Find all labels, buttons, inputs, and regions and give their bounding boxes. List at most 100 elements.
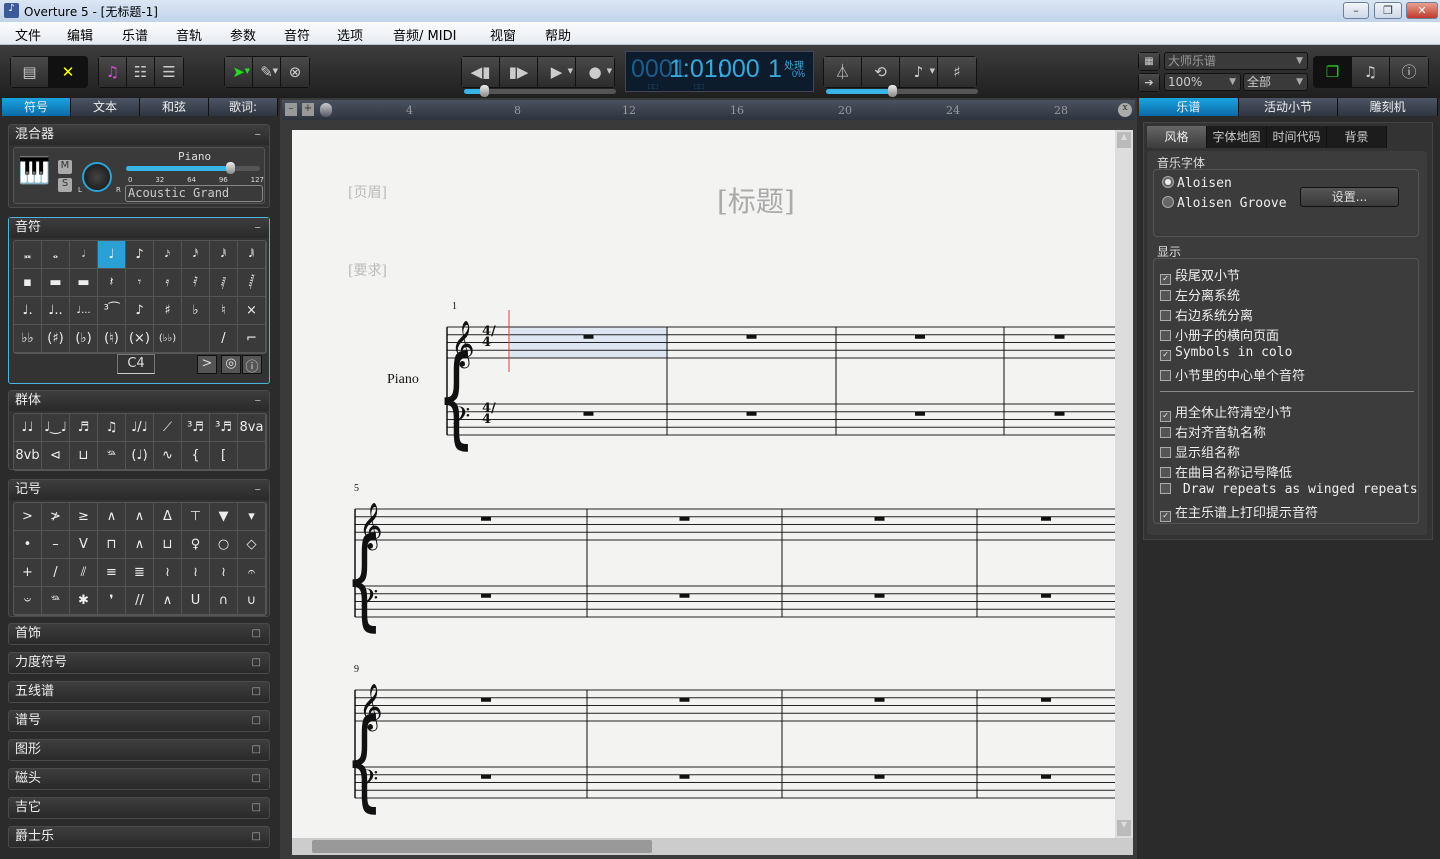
wedge-icon[interactable]: ▼	[210, 503, 238, 531]
menu-audio-midi[interactable]: 音频/ MIDI	[393, 25, 456, 44]
menu-help[interactable]: 帮助	[545, 25, 571, 44]
whole-rest-icon[interactable]: ▬	[42, 269, 70, 297]
tenuto-icon[interactable]: –	[42, 531, 70, 559]
ruler-close-icon[interactable]: x	[1118, 103, 1132, 117]
ottava-down-icon[interactable]: 8vb	[14, 442, 42, 470]
vertical-scrollbar[interactable]: ▲ ▼	[1115, 130, 1133, 838]
position-slider[interactable]	[464, 85, 616, 97]
mixer-view-icon[interactable]: ☰	[155, 57, 183, 87]
bracket-icon[interactable]: [	[210, 442, 238, 470]
display-option-checkbox[interactable]: 小节里的中心单个音符	[1160, 365, 1305, 384]
treble-time-signature[interactable]: 4/4	[482, 325, 496, 349]
tracks-combo[interactable]: 全部 ▼	[1243, 73, 1308, 91]
trem4-icon[interactable]: ≣	[126, 559, 154, 587]
accent-icon[interactable]: >	[14, 503, 42, 531]
instrument-select[interactable]: Acoustic Grand	[125, 185, 263, 202]
layout-combo[interactable]: 大师乐谱 ▼	[1164, 52, 1308, 70]
128th-rest-icon[interactable]: 𝅂	[238, 269, 266, 297]
paren-sharp-icon[interactable]: (♯)	[42, 325, 70, 353]
ruler-handle[interactable]	[320, 103, 332, 117]
solo-button[interactable]: S	[58, 178, 72, 192]
tenuto-staccato-icon[interactable]: ⊤	[182, 503, 210, 531]
step-forward-icon[interactable]: ▮▶	[500, 57, 538, 87]
pages-icon[interactable]: ❐	[1314, 57, 1352, 87]
score-page[interactable]: [页眉] [标题] [要求] Piano 𝄞 𝄢{1 𝄞 𝄢{5 𝄞 𝄢{9 4/4 4/…	[292, 130, 1115, 838]
128th-icon[interactable]: 𝅘𝅥𝅲	[238, 241, 266, 269]
flat-icon[interactable]: ♭	[182, 297, 210, 325]
hairpin-icon[interactable]: ⊲	[42, 442, 70, 470]
tab-engraver[interactable]: 雕刻机	[1338, 98, 1439, 116]
arpeggio-icon[interactable]: ≀	[154, 559, 182, 587]
display-option-checkbox[interactable]: 显示组名称	[1160, 442, 1240, 461]
restore-button[interactable]: ❐	[1374, 2, 1402, 19]
accent-button[interactable]: >	[197, 355, 217, 374]
pencil-tool-icon[interactable]: ✎ ▼	[253, 57, 281, 87]
layout-button[interactable]: ▦	[1138, 52, 1160, 71]
menu-edit[interactable]: 编辑	[67, 25, 93, 44]
ottava-up-icon[interactable]: 8va	[238, 414, 266, 442]
triplet-icon[interactable]: ³⁀	[98, 297, 126, 325]
pointer-tool-icon[interactable]: ➤ ▼	[225, 57, 253, 87]
natural-icon[interactable]: ♮	[210, 297, 238, 325]
radio-aloisen-groove[interactable]: Aloisen Groove	[1162, 196, 1287, 211]
tab-style[interactable]: 风格	[1147, 126, 1207, 148]
trem3-icon[interactable]: ≡	[98, 559, 126, 587]
expand-icon[interactable]: □	[252, 653, 261, 673]
go-button[interactable]: ➔	[1138, 73, 1160, 92]
eraser-tool-icon[interactable]: ⊗	[281, 57, 309, 87]
palette-section[interactable]: 爵士乐 □	[8, 826, 270, 848]
close-button[interactable]: ✕	[1406, 2, 1438, 19]
radio-aloisen[interactable]: Aloisen	[1162, 176, 1232, 191]
tempo-slider[interactable]	[826, 85, 978, 97]
tab-chords[interactable]: 和弦	[140, 98, 209, 116]
staccato-icon[interactable]: •	[14, 531, 42, 559]
expand-icon[interactable]: □	[252, 769, 261, 789]
zoom-combo[interactable]: 100% ▼	[1164, 73, 1241, 91]
slur-group-icon[interactable]: ♫	[98, 414, 126, 442]
menu-window[interactable]: 视窗	[490, 25, 516, 44]
loop-icon[interactable]: ⟲	[862, 57, 900, 87]
up-bow-icon[interactable]: V	[70, 531, 98, 559]
sharp-icon[interactable]: ♯	[154, 297, 182, 325]
paren-flat-icon[interactable]: (♭)	[70, 325, 98, 353]
32nd-rest-icon[interactable]: 𝅀	[182, 269, 210, 297]
tie-icon[interactable]: ♩‿♩	[42, 414, 70, 442]
paren-notes-icon[interactable]: (♩)	[126, 442, 154, 470]
menu-file[interactable]: 文件	[15, 25, 41, 44]
trem2-icon[interactable]: ⫽	[70, 559, 98, 587]
pedal-icon[interactable]: 𝆮	[98, 442, 126, 470]
16th-icon[interactable]: 𝅘𝅥𝅯	[154, 241, 182, 269]
display-option-checkbox[interactable]: ✓ Symbols in colo	[1160, 345, 1292, 361]
marks-header[interactable]: 记号 –	[9, 480, 269, 500]
accent2-icon[interactable]: ≯	[42, 503, 70, 531]
tab-score[interactable]: 乐谱	[1139, 98, 1239, 116]
marcato3-icon[interactable]: Δ	[154, 503, 182, 531]
step-input-icon[interactable]: ♯	[938, 57, 976, 87]
grace-icon[interactable]: ♪	[126, 297, 154, 325]
tab-lyrics[interactable]: 歌词:	[209, 98, 278, 116]
bracket-line-icon[interactable]: ⊔	[70, 442, 98, 470]
notes-header[interactable]: 音符 –	[9, 218, 269, 238]
mixer-header[interactable]: 混合器 –	[9, 125, 269, 145]
tuplet-3b-icon[interactable]: ³♬	[210, 414, 238, 442]
dot-icon[interactable]: ♩.	[14, 297, 42, 325]
half-rest-icon[interactable]: ▬	[70, 269, 98, 297]
quarter-icon[interactable]: ♩	[98, 241, 126, 269]
diamond-icon[interactable]: ◇	[238, 531, 266, 559]
turn-icon[interactable]: ∩	[210, 587, 238, 615]
wedge-small-icon[interactable]: ▾	[238, 503, 266, 531]
pedal-release-icon[interactable]: ✱	[70, 587, 98, 615]
tab-timecode[interactable]: 时间代码	[1267, 126, 1327, 148]
expand-icon[interactable]: □	[252, 624, 261, 644]
palette-section[interactable]: 图形 □	[8, 739, 270, 761]
expand-icon[interactable]: □	[252, 682, 261, 702]
tab-background[interactable]: 背景	[1327, 126, 1387, 148]
open-bow-icon[interactable]: ⊔	[154, 531, 182, 559]
inv-turn-icon[interactable]: ∪	[238, 587, 266, 615]
pedal-icon[interactable]: 𝆮	[42, 587, 70, 615]
menu-options[interactable]: 选项	[337, 25, 363, 44]
record-icon[interactable]: ● ▼	[576, 57, 614, 87]
quantize-icon[interactable]: ♪ ▼	[900, 57, 938, 87]
palette-section[interactable]: 吉它 □	[8, 797, 270, 819]
quarter-rest-icon[interactable]: 𝄽	[98, 269, 126, 297]
